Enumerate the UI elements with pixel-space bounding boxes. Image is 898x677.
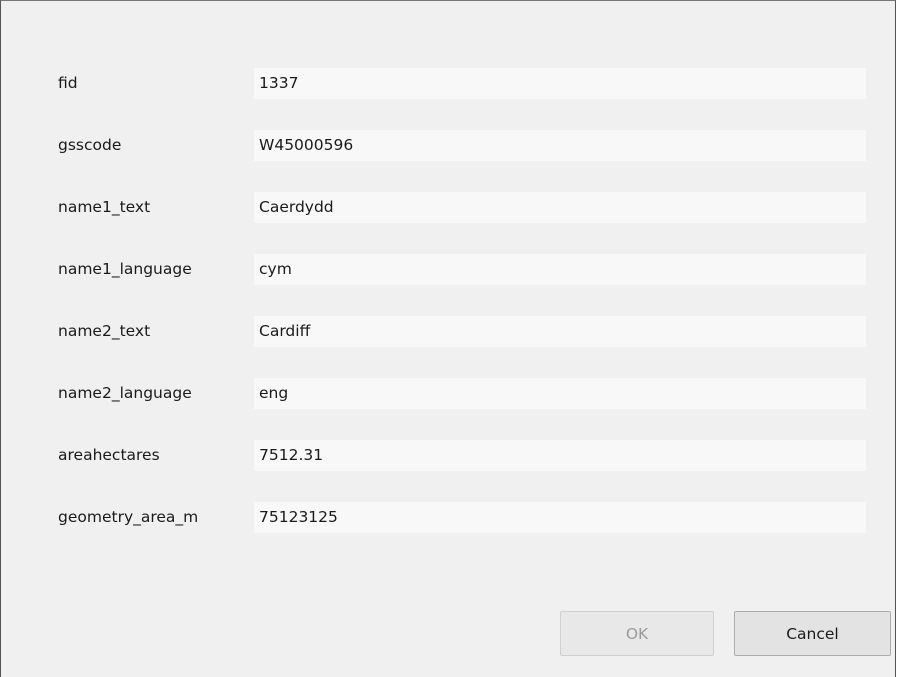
field-label-name2-language: name2_language <box>58 384 192 402</box>
name1-language-input[interactable] <box>254 254 866 285</box>
name1-text-input[interactable] <box>254 192 866 223</box>
field-row-name1-language: name1_language <box>58 254 866 285</box>
geometry-area-m-input[interactable] <box>254 502 866 533</box>
field-label-areahectares: areahectares <box>58 446 160 464</box>
cancel-button[interactable]: Cancel <box>734 611 891 656</box>
name2-language-input[interactable] <box>254 378 866 409</box>
name2-text-input[interactable] <box>254 316 866 347</box>
field-row-fid: fid <box>58 68 866 99</box>
field-row-areahectares: areahectares <box>58 440 866 471</box>
field-label-fid: fid <box>58 74 78 92</box>
ok-button[interactable]: OK <box>560 611 714 656</box>
field-label-name2-text: name2_text <box>58 322 151 340</box>
attribute-dialog: fid gsscode name1_text name1_language na… <box>0 0 896 677</box>
fid-input[interactable] <box>254 68 866 99</box>
field-row-name1-text: name1_text <box>58 192 866 223</box>
field-label-gsscode: gsscode <box>58 136 122 154</box>
field-row-name2-text: name2_text <box>58 316 866 347</box>
field-row-name2-language: name2_language <box>58 378 866 409</box>
field-row-geometry-area-m: geometry_area_m <box>58 502 866 533</box>
attribute-form: fid gsscode name1_text name1_language na… <box>58 68 866 564</box>
field-label-geometry-area-m: geometry_area_m <box>58 508 199 526</box>
areahectares-input[interactable] <box>254 440 866 471</box>
field-row-gsscode: gsscode <box>58 130 866 161</box>
field-label-name1-language: name1_language <box>58 260 192 278</box>
gsscode-input[interactable] <box>254 130 866 161</box>
field-label-name1-text: name1_text <box>58 198 151 216</box>
